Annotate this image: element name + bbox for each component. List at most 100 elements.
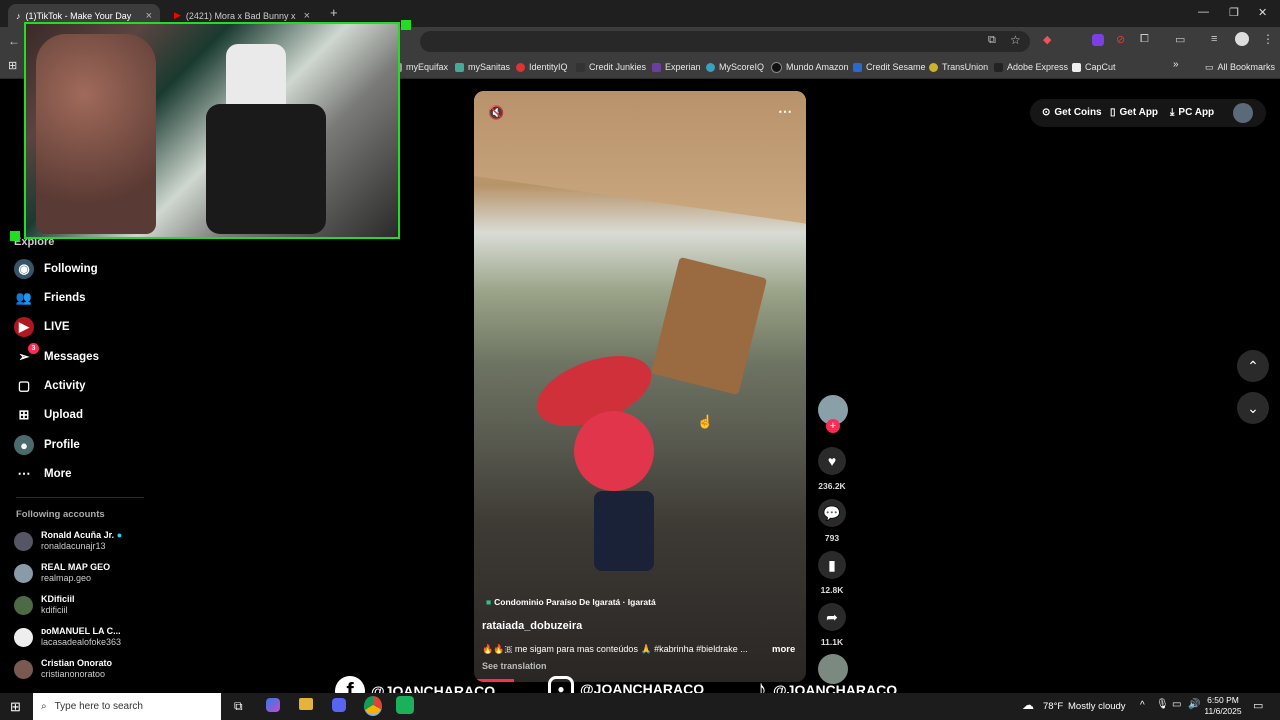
extensions-puzzle-icon[interactable]: ⧠ (1140, 33, 1149, 46)
phone-icon: ▯ (1110, 107, 1116, 118)
top-actions-bar: ⊙ Get Coins ▯ Get App ⤓ PC App (1030, 99, 1266, 127)
bookmark-star-icon[interactable]: ☆ (1010, 33, 1021, 47)
share-button[interactable]: ➦ (818, 603, 846, 631)
profile-icon: ● (14, 435, 34, 455)
network-icon[interactable]: ▭ (1172, 699, 1181, 710)
weather-desc[interactable]: Mostly cloudy (1068, 701, 1126, 712)
mute-icon[interactable]: 🔇 (488, 105, 504, 121)
copilot-icon[interactable] (266, 698, 280, 712)
bookmark-transunion[interactable]: TransUnion (929, 60, 988, 74)
get-app-button[interactable]: ▯ Get App (1110, 107, 1158, 118)
file-explorer-icon[interactable] (299, 698, 313, 710)
following-icon: ◉ (14, 259, 34, 279)
bookmark-identityiq[interactable]: IdentityIQ (516, 60, 568, 74)
more-options-icon[interactable]: ⋯ (778, 103, 792, 120)
windows-start-icon[interactable]: ⊞ (10, 699, 21, 715)
bookmarks-overflow-icon[interactable]: » (1173, 59, 1179, 70)
sidepanel-icon[interactable]: ▭ (1175, 33, 1185, 46)
sidebar-item-live[interactable]: ▶ LIVE (14, 316, 70, 338)
wooden-board (650, 256, 768, 396)
follow-plus-icon[interactable]: + (826, 419, 840, 433)
comment-button[interactable]: 💬 (818, 499, 846, 527)
taskbar-search-input[interactable]: ⌕ Type here to search (33, 693, 221, 720)
notifications-icon[interactable]: ▭ (1253, 699, 1263, 712)
account-kdificiil[interactable]: KDificiil kdificiil (14, 594, 75, 616)
weather-temp[interactable]: 78°F (1043, 701, 1063, 712)
sidebar-item-more[interactable]: ⋯ More (14, 463, 72, 485)
caption-more-button[interactable]: more (772, 644, 795, 655)
like-button[interactable]: ♥ (818, 447, 846, 475)
chevron-up-icon: ⌃ (1247, 357, 1259, 374)
app-icon[interactable] (396, 696, 414, 714)
minimize-icon[interactable]: — (1198, 6, 1209, 18)
apps-grid-icon[interactable]: ⊞ (8, 59, 17, 72)
red-plate (574, 411, 654, 491)
overlay-handle[interactable] (401, 20, 411, 30)
all-bookmarks[interactable]: ▭ All Bookmarks (1205, 60, 1275, 74)
pc-app-button[interactable]: ⤓ PC App (1170, 107, 1214, 118)
next-video-button[interactable]: ⌄ (1237, 392, 1269, 424)
upload-icon: ⊞ (18, 407, 30, 422)
sidebar-item-messages[interactable]: ➢ 3 Messages (14, 343, 99, 368)
get-coins-button[interactable]: ⊙ Get Coins (1042, 107, 1102, 118)
extension-icon[interactable]: ◆ (1043, 33, 1051, 46)
bookmark-capcut[interactable]: CapCut (1072, 60, 1116, 74)
close-window-icon[interactable]: ✕ (1258, 6, 1267, 19)
bookmark-credit-junkies[interactable]: Credit Junkies (576, 60, 646, 74)
account-ronald-acuna[interactable]: Ronald Acuña Jr. ● ronaldacunajr13 (14, 530, 122, 552)
sidebar-item-following[interactable]: ◉ Following (14, 258, 98, 280)
clock[interactable]: 6:50 PM 11/6/2025 (1203, 695, 1243, 717)
account-manuel-la-c[interactable]: ᴅᴏMANUEL LA C... lacasadealofoke363 (14, 626, 121, 648)
sidebar-item-friends[interactable]: 👥 Friends (14, 287, 86, 309)
sidebar-item-activity[interactable]: ▢ Activity (14, 375, 86, 397)
see-translation-link[interactable]: See translation (482, 661, 547, 671)
profile-avatar[interactable] (1235, 32, 1249, 46)
account-cristian-onorato[interactable]: Cristian Onorato cristianonoratoo (14, 658, 112, 680)
chrome-icon[interactable] (364, 696, 382, 716)
video-author[interactable]: rataiada_dobuzeira (482, 620, 582, 632)
media-icon[interactable]: ≡ (1211, 33, 1217, 45)
search-icon: ⌕ (41, 701, 47, 712)
task-view-icon[interactable]: ⧉ (234, 699, 243, 714)
sidebar-item-profile[interactable]: ● Profile (14, 434, 80, 456)
address-bar[interactable] (420, 31, 1030, 52)
extension-icon[interactable]: ⊘ (1116, 33, 1125, 46)
bookmark-adobe-express[interactable]: Adobe Express (994, 60, 1068, 74)
save-button[interactable]: ▮ (818, 551, 846, 579)
new-tab-icon[interactable]: + (330, 5, 338, 20)
weather-icon: ☁ (1022, 698, 1034, 712)
user-avatar[interactable] (1233, 103, 1253, 123)
bookmark-myscoreiq[interactable]: MyScoreIQ (706, 60, 764, 74)
tray-chevron-icon[interactable]: ^ (1140, 700, 1145, 711)
volume-icon[interactable]: 🔊 (1188, 699, 1200, 710)
install-icon[interactable]: ⧉ (988, 34, 996, 47)
extension-icon[interactable] (1092, 34, 1104, 46)
youtube-favicon-icon: ▶ (174, 10, 181, 20)
location-tag[interactable]: ■ Condominio Paraíso De Igaratá · Igarat… (486, 597, 656, 607)
menu-dots-icon[interactable]: ⋮ (1262, 32, 1274, 46)
avatar (14, 595, 33, 615)
boat-canopy (474, 91, 806, 224)
back-icon[interactable]: ← (8, 34, 20, 48)
live-icon: ▶ (14, 317, 34, 337)
bookmark-experian[interactable]: Experian (652, 60, 701, 74)
sidebar-item-upload[interactable]: ⊞ Upload (14, 404, 83, 426)
video-player[interactable]: 🔇 ⋯ ■ Condominio Paraíso De Igaratá · Ig… (474, 91, 806, 682)
activity-icon: ▢ (17, 378, 31, 393)
discord-icon[interactable] (332, 698, 346, 712)
sidebar-divider (16, 497, 144, 498)
bookmark-mundo-amazon[interactable]: Mundo Amazon (771, 60, 849, 74)
restore-icon[interactable]: ❐ (1229, 6, 1239, 19)
bookmark-mysanitas[interactable]: mySanitas (455, 60, 510, 74)
close-tab-icon[interactable]: × (304, 10, 310, 22)
verified-icon: ● (116, 530, 123, 540)
microphone-icon[interactable]: 🎙 (1156, 699, 1169, 710)
close-tab-icon[interactable]: × (146, 10, 152, 22)
hand-cursor-icon: ☝ (697, 414, 714, 429)
overlay-handle[interactable] (10, 231, 20, 241)
bookmark-myequifax[interactable]: myEquifax (393, 60, 448, 74)
avatar (14, 563, 33, 583)
bookmark-credit-sesame[interactable]: Credit Sesame (853, 60, 926, 74)
previous-video-button[interactable]: ⌃ (1237, 350, 1269, 382)
account-real-map-geo[interactable]: REAL MAP GEO realmap.geo (14, 562, 110, 584)
